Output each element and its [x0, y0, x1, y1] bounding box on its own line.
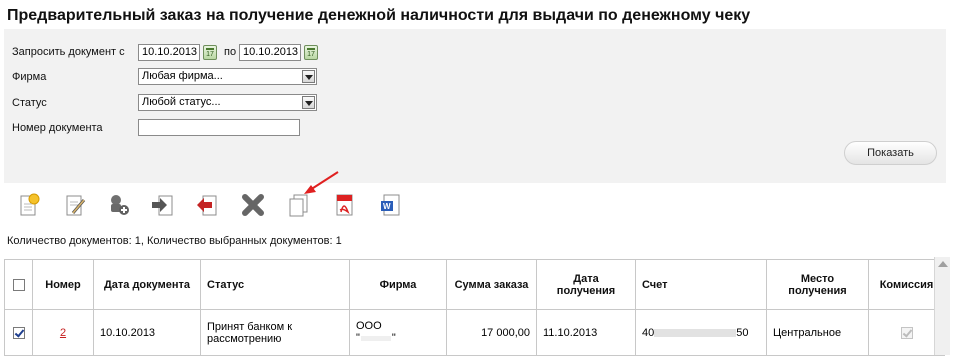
svg-text:W: W: [383, 202, 391, 211]
doc-number-label: Номер документа: [12, 122, 103, 134]
show-button[interactable]: Показать: [844, 141, 937, 165]
annotation-arrow-icon: [304, 171, 339, 194]
new-document-icon[interactable]: [16, 192, 42, 218]
table-header-row: Номер Дата документа Статус Фирма Сумма …: [4, 259, 945, 310]
date-from-calendar-icon[interactable]: 17: [203, 45, 217, 60]
page-title: Предварительный заказ на получение денеж…: [7, 7, 751, 24]
firm-select-value: Любая фирма...: [142, 70, 223, 82]
cell-receive-date: 11.10.2013: [536, 309, 636, 356]
chevron-down-icon[interactable]: [302, 70, 315, 83]
cell-status: Принят банком к рассмотрению: [200, 309, 350, 356]
documents-count: Количество документов: 1, Количество выб…: [7, 235, 342, 247]
status-select[interactable]: Любой статус...: [138, 94, 317, 111]
revoke-icon[interactable]: [194, 192, 220, 218]
documents-table: Номер Дата документа Статус Фирма Сумма …: [4, 259, 945, 356]
doc-number-input[interactable]: [138, 119, 300, 136]
firm-line-2: " ": [356, 332, 396, 344]
date-to-label: по: [224, 46, 237, 58]
firm-select[interactable]: Любая фирма...: [138, 68, 317, 85]
select-all-checkbox[interactable]: [12, 278, 25, 291]
table-row[interactable]: 2 10.10.2013 Принят банком к рассмотрени…: [4, 309, 945, 356]
firm-label: Фирма: [12, 71, 47, 83]
date-to-calendar-icon[interactable]: 17: [304, 45, 318, 60]
delete-icon[interactable]: [240, 192, 266, 218]
header-doc-date[interactable]: Дата документа: [93, 259, 201, 310]
chevron-down-icon[interactable]: [302, 96, 315, 109]
header-status[interactable]: Статус: [200, 259, 350, 310]
commission-checkbox: [900, 326, 913, 339]
date-from-input[interactable]: 10.10.2013: [138, 44, 200, 61]
header-place[interactable]: Место получения: [766, 259, 869, 310]
row-select-cell: [4, 309, 33, 356]
firm-line-1: ООО: [356, 320, 382, 332]
cell-place: Центральное: [766, 309, 869, 356]
sign-icon[interactable]: [106, 192, 132, 218]
header-receive-date[interactable]: Дата получения: [536, 259, 636, 310]
scroll-up-icon[interactable]: [938, 261, 948, 267]
status-label: Статус: [12, 97, 47, 109]
header-amount[interactable]: Сумма заказа: [446, 259, 537, 310]
header-account[interactable]: Счет: [635, 259, 767, 310]
cell-firm: ООО " ": [349, 309, 447, 356]
edit-document-icon[interactable]: [62, 192, 88, 218]
send-icon[interactable]: [150, 192, 176, 218]
cell-account: 40 50: [635, 309, 767, 356]
row-checkbox[interactable]: [12, 326, 25, 339]
cell-number: 2: [32, 309, 94, 356]
header-number[interactable]: Номер: [32, 259, 94, 310]
date-from-label: Запросить документ с: [12, 46, 125, 58]
select-all-cell: [4, 259, 33, 310]
cell-amount: 17 000,00: [446, 309, 537, 356]
cell-doc-date: 10.10.2013: [93, 309, 201, 356]
export-word-icon[interactable]: W: [378, 192, 404, 218]
document-number-link[interactable]: 2: [60, 327, 66, 339]
date-to-input[interactable]: 10.10.2013: [239, 44, 301, 61]
table-scrollbar[interactable]: [934, 257, 950, 355]
header-firm[interactable]: Фирма: [349, 259, 447, 310]
status-select-value: Любой статус...: [142, 96, 221, 108]
